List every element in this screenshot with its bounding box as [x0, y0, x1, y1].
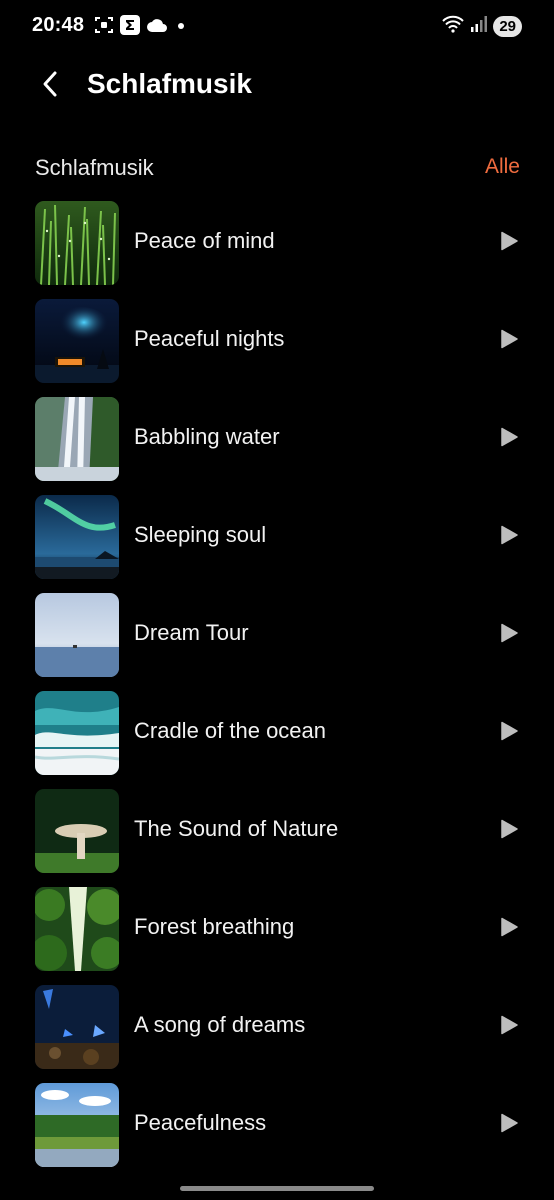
play-icon	[500, 1015, 518, 1040]
play-button[interactable]	[496, 916, 522, 942]
play-button[interactable]	[496, 622, 522, 648]
see-all-link[interactable]: Alle	[485, 155, 520, 179]
track-thumbnail-waterfall	[35, 397, 119, 481]
status-left-icons	[94, 15, 188, 40]
track-title: Peaceful nights	[134, 326, 285, 351]
play-icon	[500, 525, 518, 550]
notification-dot-icon	[174, 18, 188, 37]
play-button[interactable]	[496, 230, 522, 256]
track-item[interactable]: The Sound of Nature	[0, 788, 554, 886]
track-thumbnail-aurora-sea	[35, 495, 119, 579]
app-bar: Schlafmusik	[0, 52, 554, 118]
track-title: Dream Tour	[134, 620, 249, 645]
track-title: Babbling water	[134, 424, 280, 449]
sigma-app-icon	[120, 15, 140, 40]
play-button[interactable]	[496, 524, 522, 550]
track-list: Peace of mind Peaceful nights Babbling w…	[0, 200, 554, 1180]
track-item[interactable]: Peace of mind	[0, 200, 554, 298]
play-icon	[500, 819, 518, 844]
track-item[interactable]: A song of dreams	[0, 984, 554, 1082]
section-header: Schlafmusik Alle	[0, 150, 554, 186]
wifi-icon	[441, 15, 465, 38]
track-title: Sleeping soul	[134, 522, 267, 547]
status-time: 20:48	[32, 14, 85, 36]
track-item[interactable]: Babbling water	[0, 396, 554, 494]
track-title: Peace of mind	[134, 228, 275, 253]
track-thumbnail-forest-canopy	[35, 887, 119, 971]
track-item[interactable]: Peaceful nights	[0, 298, 554, 396]
track-title: The Sound of Nature	[134, 816, 339, 841]
track-item[interactable]: Dream Tour	[0, 592, 554, 690]
play-button[interactable]	[496, 1014, 522, 1040]
home-indicator[interactable]	[180, 1186, 374, 1191]
chevron-left-icon	[39, 70, 61, 103]
play-icon	[500, 721, 518, 746]
play-button[interactable]	[496, 720, 522, 746]
track-title: Peacefulness	[134, 1110, 267, 1135]
track-thumbnail-blue-butterflies	[35, 985, 119, 1069]
cloud-icon	[146, 17, 168, 38]
track-thumbnail-aurora-cabin	[35, 299, 119, 383]
status-right-icons: 29	[441, 15, 522, 38]
track-title: Cradle of the ocean	[134, 718, 327, 743]
track-item[interactable]: Sleeping soul	[0, 494, 554, 592]
battery-icon: 29	[493, 16, 522, 37]
track-title: A song of dreams	[134, 1012, 306, 1037]
track-thumbnail-mushroom	[35, 789, 119, 873]
play-icon	[500, 917, 518, 942]
track-thumbnail-sea-boat	[35, 593, 119, 677]
play-button[interactable]	[496, 328, 522, 354]
play-icon	[500, 427, 518, 452]
status-bar: 20:48 29	[0, 0, 554, 52]
play-button[interactable]	[496, 426, 522, 452]
track-item[interactable]: Cradle of the ocean	[0, 690, 554, 788]
page-title: Schlafmusik	[87, 68, 252, 99]
track-thumbnail-grass	[35, 201, 119, 285]
screenshot-icon	[94, 16, 114, 39]
play-icon	[500, 623, 518, 648]
play-icon	[500, 231, 518, 256]
section-title: Schlafmusik	[35, 155, 154, 180]
play-button[interactable]	[496, 1112, 522, 1138]
track-thumbnail-lake-forest	[35, 1083, 119, 1167]
play-icon	[500, 329, 518, 354]
track-item[interactable]: Forest breathing	[0, 886, 554, 984]
play-button[interactable]	[496, 818, 522, 844]
back-button[interactable]	[30, 66, 70, 106]
track-thumbnail-wave	[35, 691, 119, 775]
play-icon	[500, 1113, 518, 1138]
track-item[interactable]: Peacefulness	[0, 1082, 554, 1180]
signal-icon	[471, 16, 488, 37]
track-title: Forest breathing	[134, 914, 295, 939]
